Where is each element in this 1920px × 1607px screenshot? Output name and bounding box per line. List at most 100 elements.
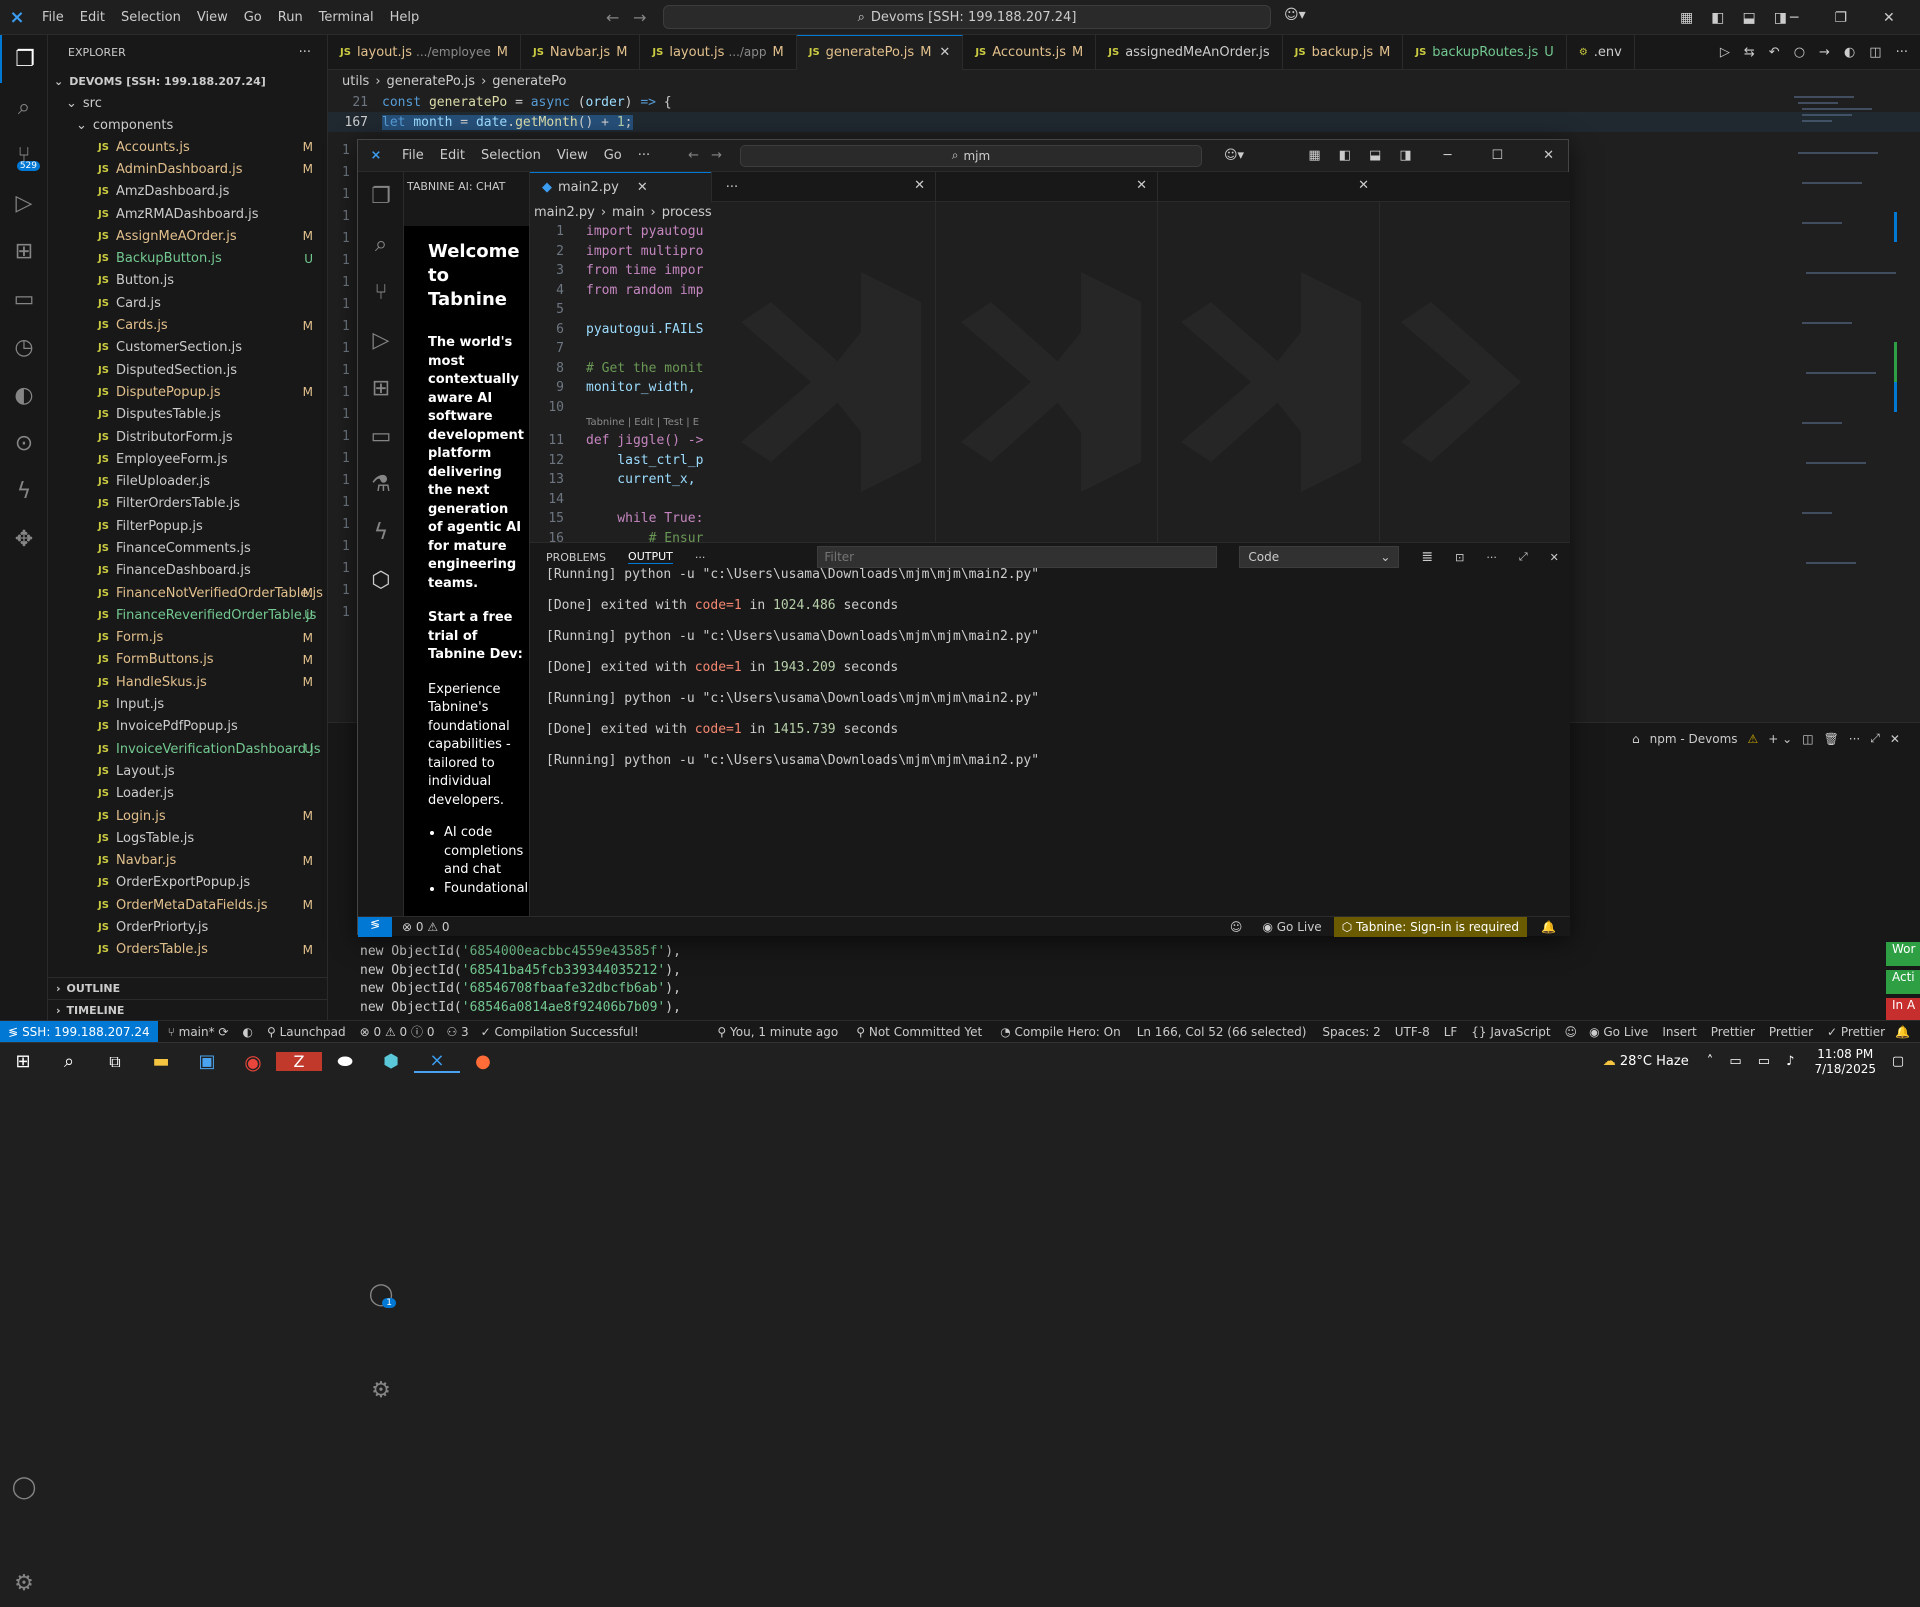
task-view-icon[interactable]: ⧉ bbox=[92, 1052, 138, 1072]
windows-start-icon[interactable]: ⊞ bbox=[0, 1051, 46, 1072]
file-item[interactable]: JS Layout.js bbox=[48, 760, 327, 782]
revert-icon[interactable]: ↶ bbox=[1769, 45, 1780, 60]
zoom-app-icon[interactable]: Z bbox=[276, 1052, 322, 1071]
minimap[interactable] bbox=[1794, 92, 1904, 632]
file-item[interactable]: JS FilterPopup.js bbox=[48, 515, 327, 537]
restore-icon[interactable]: ☐ bbox=[1491, 148, 1503, 163]
file-item[interactable]: JS Input.js bbox=[48, 693, 327, 715]
more-actions-icon[interactable]: ··· bbox=[1486, 551, 1497, 564]
editor-tab[interactable]: ⚙ .env bbox=[1567, 34, 1635, 70]
tab-problems[interactable]: PROBLEMS bbox=[546, 551, 606, 564]
manage-gear-icon[interactable]: ⚙ bbox=[0, 1559, 48, 1607]
file-item[interactable]: JS Loader.js bbox=[48, 783, 327, 805]
compare-icon[interactable]: ⇆ bbox=[1744, 45, 1755, 60]
file-item[interactable]: JS Card.js bbox=[48, 292, 327, 314]
copilot-icon[interactable]: ☺▾ bbox=[1224, 148, 1244, 163]
file-item[interactable]: JS EmployeeForm.js bbox=[48, 448, 327, 470]
file-item[interactable]: JS FormButtons.js M bbox=[48, 649, 327, 671]
explorer-icon[interactable]: ❐ bbox=[0, 35, 48, 83]
editor-tab[interactable]: JS assignedMeAnOrder.js bbox=[1096, 34, 1283, 70]
file-item[interactable]: JS DisputedSection.js bbox=[48, 359, 327, 381]
menu-selection[interactable]: Selection bbox=[473, 148, 549, 163]
menu-help[interactable]: Help bbox=[382, 10, 428, 25]
outline-section[interactable]: › OUTLINE bbox=[48, 977, 328, 999]
commit-status[interactable]: ⚲ Not Committed Yet bbox=[856, 1025, 982, 1039]
source-control-icon[interactable]: ⑂ 529 bbox=[0, 131, 48, 179]
inner-search[interactable]: ⌕ mjm bbox=[739, 144, 1202, 167]
file-item[interactable]: JS InvoicePdfPopup.js bbox=[48, 716, 327, 738]
python-icon[interactable]: ✥ bbox=[0, 515, 48, 563]
menu-go[interactable]: Go bbox=[236, 10, 270, 25]
toggle-sidebar-icon[interactable]: ◧ bbox=[1711, 10, 1724, 26]
postman-icon[interactable]: ● bbox=[460, 1051, 506, 1072]
back-arrow-icon[interactable]: ← bbox=[688, 148, 699, 163]
docker-icon[interactable]: ⊙ bbox=[0, 419, 48, 467]
file-item[interactable]: JS OrderPriorty.js bbox=[48, 916, 327, 938]
launchpad-status[interactable]: ⚲ Launchpad bbox=[267, 1025, 346, 1039]
file-item[interactable]: JS BackupButton.js U bbox=[48, 247, 327, 269]
problems-status[interactable]: ⊗ 0 ⚠ 0 bbox=[402, 920, 450, 934]
next-change-icon[interactable]: → bbox=[1819, 45, 1830, 60]
file-item[interactable]: JS Navbar.js M bbox=[48, 850, 327, 872]
more-menu-icon[interactable]: ··· bbox=[630, 148, 658, 163]
restore-icon[interactable]: ❐ bbox=[1834, 10, 1847, 26]
file-item[interactable]: JS Accounts.js M bbox=[48, 136, 327, 158]
file-item[interactable]: JS AmzRMADashboard.js bbox=[48, 203, 327, 225]
file-item[interactable]: JS Cards.js M bbox=[48, 314, 327, 336]
side-badge-active[interactable]: Acti bbox=[1886, 970, 1920, 994]
accounts-icon[interactable]: ◯ bbox=[0, 1463, 48, 1511]
editor-tab[interactable]: JS Accounts.js M bbox=[963, 34, 1097, 70]
compile-status[interactable]: ✓ Compilation Successful! bbox=[481, 1025, 639, 1039]
close-window-icon[interactable]: ✕ bbox=[1883, 10, 1895, 26]
branch-status[interactable]: ⑂ main* ⟳ bbox=[168, 1025, 229, 1039]
editor-tab[interactable]: JS generatePo.js M ✕ bbox=[796, 34, 964, 70]
toggle-sidebar-icon[interactable]: ◧ bbox=[1339, 148, 1351, 163]
file-item[interactable]: JS AmzDashboard.js bbox=[48, 181, 327, 203]
close-group-icon[interactable]: ✕ bbox=[914, 178, 925, 193]
gitlens-icon[interactable]: ◐ bbox=[242, 1025, 252, 1039]
menu-file[interactable]: File bbox=[394, 148, 432, 163]
breadcrumb-item[interactable]: main bbox=[612, 205, 644, 220]
toggle-panel-icon[interactable]: ⬓ bbox=[1369, 148, 1381, 163]
run-debug-icon[interactable]: ▷ bbox=[358, 316, 404, 364]
terminal-label[interactable]: npm - Devoms bbox=[1650, 732, 1738, 746]
accounts-icon[interactable]: ◯ 1 bbox=[358, 1270, 404, 1318]
file-item[interactable]: JS FinanceNotVerifiedOrderTable.js M bbox=[48, 582, 327, 604]
gitlens-icon[interactable]: ◐ bbox=[0, 371, 48, 419]
eol-status[interactable]: LF bbox=[1444, 1025, 1458, 1039]
editor-tab[interactable]: JS Navbar.js M bbox=[521, 34, 641, 70]
clear-output-icon[interactable]: ≣ bbox=[1421, 549, 1433, 565]
breadcrumb-item[interactable]: process bbox=[662, 205, 712, 220]
close-window-icon[interactable]: ✕ bbox=[1543, 148, 1554, 163]
copilot-status-icon[interactable]: ☺ bbox=[1565, 1025, 1578, 1039]
more-actions-icon[interactable]: ··· bbox=[1896, 45, 1908, 60]
tray-icons[interactable]: ˄ ▭ ▭ ♪ bbox=[1707, 1054, 1801, 1069]
go-live-button[interactable]: ◉ Go Live bbox=[1262, 920, 1321, 934]
dot-icon[interactable]: ○ bbox=[1794, 45, 1805, 60]
file-item[interactable]: JS OrderExportPopup.js bbox=[48, 872, 327, 894]
editor-tab[interactable]: JS backupRoutes.js U bbox=[1403, 34, 1567, 70]
menu-selection[interactable]: Selection bbox=[113, 10, 189, 25]
menu-view[interactable]: View bbox=[189, 10, 236, 25]
close-group-icon[interactable]: ✕ bbox=[1136, 178, 1147, 193]
remote-explorer-icon[interactable]: ▭ bbox=[0, 275, 48, 323]
output-channel-select[interactable]: Code ⌄ bbox=[1239, 546, 1400, 568]
forward-arrow-icon[interactable]: → bbox=[633, 8, 646, 27]
toggle-secondary-sidebar-icon[interactable]: ◨ bbox=[1399, 148, 1411, 163]
toggle-panel-icon[interactable]: ⬓ bbox=[1742, 10, 1755, 26]
file-explorer-icon[interactable]: ▬ bbox=[138, 1051, 184, 1072]
split-terminal-icon[interactable]: ◫ bbox=[1802, 732, 1813, 746]
file-item[interactable]: JS DisputesTable.js bbox=[48, 404, 327, 426]
insert-mode-status[interactable]: Insert bbox=[1662, 1025, 1696, 1039]
close-panel-icon[interactable]: ✕ bbox=[1890, 732, 1900, 746]
close-panel-icon[interactable]: ✕ bbox=[1550, 551, 1559, 564]
tabnine-icon[interactable]: ⬡ bbox=[358, 556, 404, 604]
terminal-output[interactable]: new ObjectId('6854000eacbbc4559e43585f')… bbox=[360, 943, 681, 1017]
menu-edit[interactable]: Edit bbox=[432, 148, 473, 163]
split-editor-icon[interactable]: ◫ bbox=[1869, 45, 1881, 60]
remote-indicator[interactable]: ≶ SSH: 199.188.207.24 bbox=[0, 1020, 158, 1043]
file-item[interactable]: JS DistributorForm.js bbox=[48, 426, 327, 448]
folder-src[interactable]: ⌄ src bbox=[48, 92, 327, 114]
tab-main2[interactable]: ◆ main2.py ✕ ··· bbox=[530, 171, 738, 202]
menu-terminal[interactable]: Terminal bbox=[311, 10, 382, 25]
